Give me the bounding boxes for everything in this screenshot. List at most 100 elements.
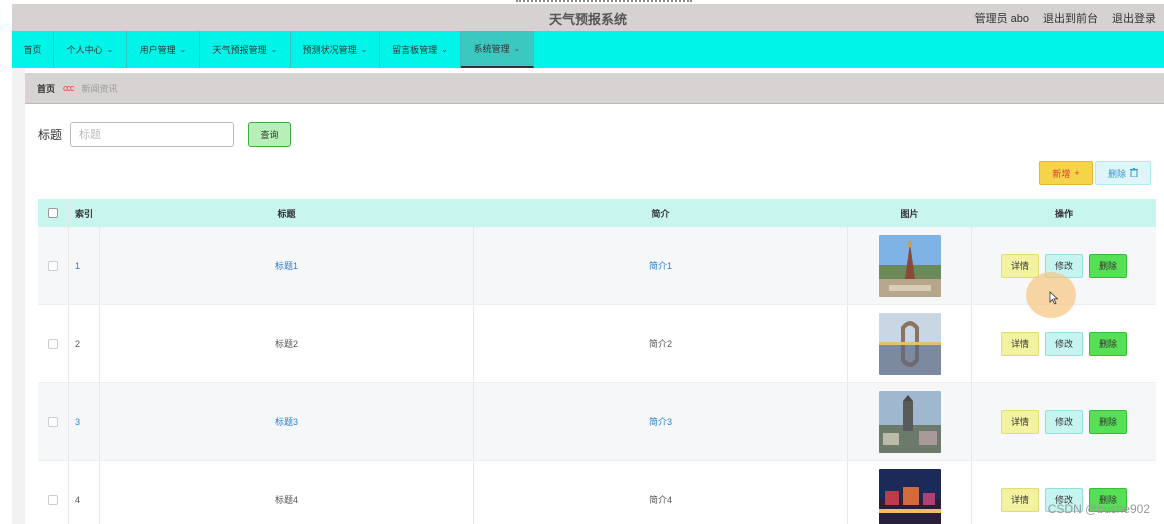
city-monument-photo[interactable] bbox=[878, 390, 941, 453]
row-index: 1 bbox=[69, 227, 100, 304]
search-input[interactable] bbox=[70, 122, 235, 147]
edit-button[interactable]: 修改 bbox=[1045, 331, 1083, 356]
row-checkbox-cell bbox=[38, 461, 69, 524]
delete-button[interactable]: 删除 bbox=[1089, 409, 1127, 434]
row-ops-cell: 详情 修改 删除 bbox=[972, 383, 1156, 460]
nav-item-label: 系统管理 bbox=[473, 44, 510, 54]
row-image-cell bbox=[848, 461, 972, 524]
nav-item-weather-forecast-management[interactable]: 天气预报管理 ⌄ bbox=[200, 31, 291, 68]
row-title[interactable]: 标题3 bbox=[100, 383, 474, 460]
edit-button[interactable]: 修改 bbox=[1045, 409, 1083, 434]
row-title[interactable]: 标题4 bbox=[100, 461, 474, 524]
row-intro[interactable]: 简介2 bbox=[474, 305, 848, 382]
news-table: 索引 标题 简介 图片 操作 1 标题1 简介1 详情 修改 删除 2 标题2 … bbox=[38, 199, 1156, 524]
top-dotted-line bbox=[516, 0, 692, 2]
chevron-down-icon: ⌄ bbox=[441, 45, 448, 54]
row-image-cell bbox=[848, 383, 972, 460]
breadcrumb-separator-icon: ccc bbox=[63, 83, 74, 93]
delete-button[interactable]: 删除 bbox=[1089, 253, 1127, 278]
nav-item-message-board-management[interactable]: 留言板管理 ⌄ bbox=[380, 31, 461, 68]
nav-item-label: 首页 bbox=[23, 45, 42, 55]
row-index: 4 bbox=[69, 461, 100, 524]
row-checkbox[interactable] bbox=[48, 338, 58, 349]
row-intro[interactable]: 简介1 bbox=[474, 227, 848, 304]
app-frame: 天气预报系统 管理员 abo 退出到前台 退出登录 首页 个人中心 ⌄ 用户管理… bbox=[0, 0, 1164, 524]
trash-icon bbox=[1130, 167, 1138, 179]
row-checkbox[interactable] bbox=[48, 494, 58, 505]
nav-item-prediction-management[interactable]: 预测状况管理 ⌄ bbox=[291, 31, 380, 68]
top-header: 天气预报系统 管理员 abo 退出到前台 退出登录 bbox=[12, 4, 1164, 31]
arch-reflection-photo[interactable] bbox=[878, 312, 941, 375]
nav-item-personal-center[interactable]: 个人中心 ⌄ bbox=[54, 31, 127, 68]
back-to-front-link[interactable]: 退出到前台 bbox=[1043, 10, 1098, 26]
delete-button[interactable]: 删除 bbox=[1089, 331, 1127, 356]
row-ops: 详情 修改 删除 bbox=[1001, 409, 1127, 434]
select-all-checkbox[interactable] bbox=[48, 208, 58, 218]
breadcrumb-home[interactable]: 首页 bbox=[37, 82, 55, 95]
search-bar: 标题 查询 bbox=[38, 122, 292, 147]
nav-item-home[interactable]: 首页 bbox=[12, 31, 54, 68]
row-ops: 详情 修改 删除 bbox=[1001, 253, 1127, 278]
top-links: 管理员 abo 退出到前台 退出登录 bbox=[975, 10, 1156, 26]
chevron-down-icon: ⌄ bbox=[106, 45, 114, 54]
table-row: 3 标题3 简介3 详情 修改 删除 bbox=[38, 383, 1156, 461]
detail-button[interactable]: 详情 bbox=[1001, 409, 1039, 434]
nav-item-system-management[interactable]: 系统管理 ⌄ bbox=[461, 31, 534, 68]
query-button[interactable]: 查询 bbox=[248, 122, 292, 147]
row-image-cell bbox=[848, 227, 972, 304]
nav-item-user-management[interactable]: 用户管理 ⌄ bbox=[127, 31, 200, 68]
nav-item-label: 天气预报管理 bbox=[212, 45, 267, 55]
row-checkbox[interactable] bbox=[48, 260, 58, 271]
nav-item-label: 个人中心 bbox=[66, 45, 103, 55]
add-button[interactable]: 新增 + bbox=[1039, 161, 1093, 185]
header-index: 索引 bbox=[69, 199, 100, 227]
chevron-down-icon: ⌄ bbox=[179, 45, 187, 54]
header-checkbox-cell bbox=[38, 199, 69, 227]
chevron-down-icon: ⌄ bbox=[360, 45, 368, 54]
row-index: 3 bbox=[69, 383, 100, 460]
detail-button[interactable]: 详情 bbox=[1001, 331, 1039, 356]
table-row: 1 标题1 简介1 详情 修改 删除 bbox=[38, 227, 1156, 305]
nav-item-label: 预测状况管理 bbox=[302, 45, 357, 55]
batch-delete-button[interactable]: 删除 bbox=[1095, 161, 1151, 185]
table-header: 索引 标题 简介 图片 操作 bbox=[38, 199, 1156, 227]
left-margin-strip bbox=[12, 68, 25, 524]
row-image-cell bbox=[848, 305, 972, 382]
main-nav: 首页 个人中心 ⌄ 用户管理 ⌄ 天气预报管理 ⌄ 预测状况管理 ⌄ 留言板管理… bbox=[12, 31, 1164, 68]
detail-button[interactable]: 详情 bbox=[1001, 253, 1039, 278]
pagoda-photo[interactable] bbox=[878, 234, 941, 297]
logout-link[interactable]: 退出登录 bbox=[1112, 10, 1156, 26]
row-title[interactable]: 标题1 bbox=[100, 227, 474, 304]
table-row: 2 标题2 简介2 详情 修改 删除 bbox=[38, 305, 1156, 383]
row-checkbox-cell bbox=[38, 227, 69, 304]
header-intro: 简介 bbox=[474, 199, 848, 227]
row-intro[interactable]: 简介4 bbox=[474, 461, 848, 524]
header-title: 标题 bbox=[100, 199, 474, 227]
search-label: 标题 bbox=[38, 128, 63, 142]
table-row: 4 标题4 简介4 详情 修改 删除 bbox=[38, 461, 1156, 524]
row-checkbox-cell bbox=[38, 305, 69, 382]
row-checkbox-cell bbox=[38, 383, 69, 460]
header-image: 图片 bbox=[848, 199, 972, 227]
admin-user-label[interactable]: 管理员 abo bbox=[975, 10, 1029, 26]
plus-icon: + bbox=[1074, 168, 1080, 178]
batch-delete-label: 删除 bbox=[1107, 168, 1126, 179]
detail-button[interactable]: 详情 bbox=[1001, 487, 1039, 512]
chevron-down-icon: ⌄ bbox=[270, 45, 278, 54]
nav-item-label: 用户管理 bbox=[139, 45, 176, 55]
night-town-photo[interactable] bbox=[878, 468, 941, 524]
row-checkbox[interactable] bbox=[48, 416, 58, 427]
row-ops: 详情 修改 删除 bbox=[1001, 331, 1127, 356]
row-ops-cell: 详情 修改 删除 bbox=[972, 305, 1156, 382]
breadcrumb: 首页 ccc 新闻资讯 bbox=[25, 73, 1164, 104]
add-button-label: 新增 bbox=[1052, 168, 1071, 179]
row-intro[interactable]: 简介3 bbox=[474, 383, 848, 460]
table-body: 1 标题1 简介1 详情 修改 删除 2 标题2 简介2 详情 修改 删除 3 … bbox=[38, 227, 1156, 524]
row-index: 2 bbox=[69, 305, 100, 382]
nav-item-label: 留言板管理 bbox=[392, 45, 438, 55]
breadcrumb-current: 新闻资讯 bbox=[81, 83, 118, 94]
mouse-pointer-icon bbox=[1049, 291, 1059, 305]
header-ops: 操作 bbox=[1054, 208, 1073, 219]
chevron-down-icon: ⌄ bbox=[513, 44, 521, 53]
row-title[interactable]: 标题2 bbox=[100, 305, 474, 382]
